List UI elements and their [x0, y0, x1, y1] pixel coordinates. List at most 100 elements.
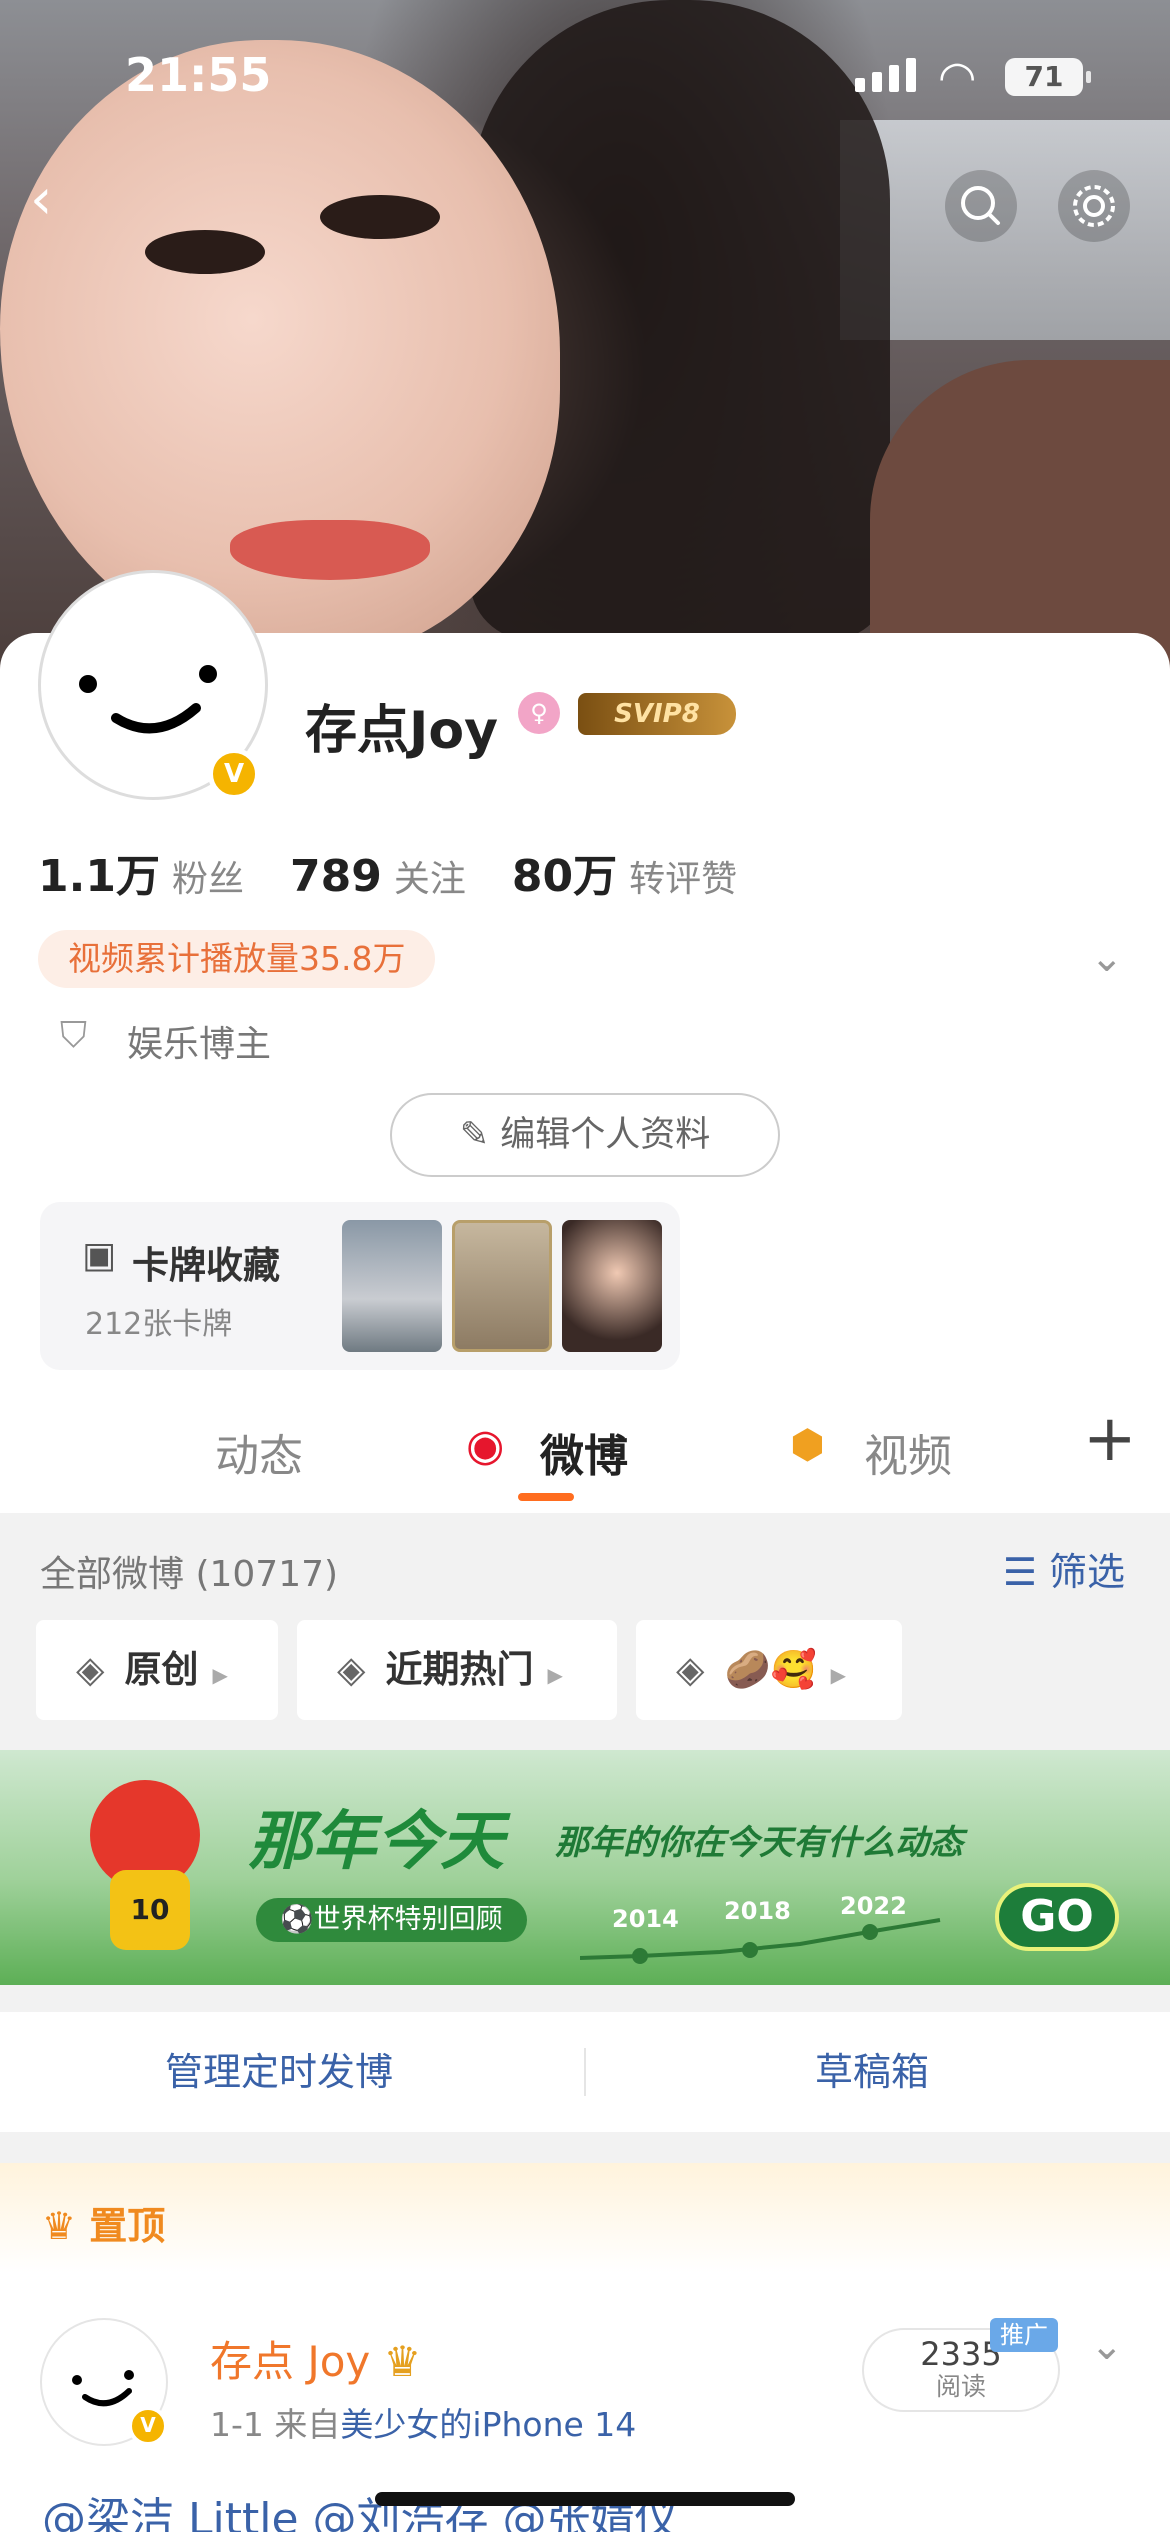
layers-icon: ◈: [676, 1648, 705, 1691]
avatar-eye: [72, 2375, 82, 2385]
filter-label: 筛选: [1048, 1550, 1125, 1594]
pinned-header: ♛ 置顶: [0, 2163, 1170, 2273]
search-icon: [961, 186, 1000, 225]
go-button[interactable]: GO: [995, 1883, 1119, 1951]
search-button[interactable]: [945, 170, 1017, 242]
card-collection-title: 卡牌收藏: [132, 1244, 280, 1287]
post-date: 1-1: [210, 2405, 264, 2444]
post-device[interactable]: 美少女的iPhone 14: [340, 2405, 636, 2444]
pinned-text: 置顶: [89, 2204, 166, 2248]
stat-label: 转评赞: [629, 859, 738, 900]
card-collection[interactable]: ▣ 卡牌收藏 212张卡牌: [40, 1202, 680, 1370]
svip-badge[interactable]: SVIP8: [578, 693, 736, 735]
tab-video[interactable]: 视频: [864, 1420, 952, 1484]
chip-label: 🥔🥰: [724, 1648, 817, 1691]
video-views-pill[interactable]: 视频累计播放量35.8万: [38, 930, 436, 988]
creator-tag[interactable]: 娱乐博主: [127, 1015, 271, 1067]
avatar-eye: [199, 665, 217, 683]
chevron-down-icon[interactable]: ⌄: [1090, 2323, 1124, 2369]
cover-eye: [145, 230, 265, 274]
edit-profile-button[interactable]: ✎ 编辑个人资料: [390, 1093, 780, 1177]
chip-original[interactable]: ◈ 原创 ▶: [36, 1620, 278, 1720]
timeline-year: 2022: [840, 1892, 907, 1920]
timeline-year: 2014: [612, 1905, 679, 1933]
chip-label: 近期热门: [385, 1648, 534, 1691]
promote-badge[interactable]: 推广: [990, 2318, 1058, 2352]
card-thumbnail[interactable]: [342, 1220, 442, 1352]
status-time: 21:55: [125, 48, 272, 102]
banner-subtitle: 那年的你在今天有什么动态: [555, 1823, 963, 1863]
filter-button[interactable]: ☰ 筛选: [1003, 1541, 1125, 1596]
stat-following[interactable]: 789 关注: [290, 850, 466, 902]
post-meta: 1-1 来自美少女的iPhone 14: [210, 2398, 636, 2446]
stat-value: 80万: [511, 851, 618, 902]
avatar-smile: [111, 703, 201, 734]
all-weibo-count: 全部微博 (10717): [40, 1554, 339, 1595]
gear-icon: [1073, 185, 1115, 227]
chip-recent-hot[interactable]: ◈ 近期热门 ▶: [297, 1620, 617, 1720]
cover-coat: [870, 360, 1170, 680]
cover-eye: [320, 195, 440, 239]
card-collection-icon: ▣: [82, 1235, 117, 1276]
status-bar: 21:55 ◠ 71: [0, 0, 1170, 150]
avatar-smile: [82, 2388, 132, 2407]
settings-button[interactable]: [1058, 170, 1130, 242]
add-tab-icon[interactable]: +: [1083, 1402, 1137, 1476]
stat-value: 1.1万: [38, 851, 160, 902]
tab-weibo[interactable]: 微博: [540, 1420, 628, 1484]
avatar-eye: [124, 2370, 134, 2380]
chip-emoji[interactable]: ◈ 🥔🥰 ▶: [636, 1620, 902, 1720]
caret-right-icon: ▶: [830, 1663, 846, 1687]
tab-dynamics[interactable]: 动态: [215, 1420, 303, 1484]
worldcup-label: ⚽世界杯特别回顾: [256, 1898, 527, 1942]
profile-page: 21:55 ◠ 71 ‹ V 存点Joy ♀ SVIP8 1.1万 粉丝 789 关…: [0, 0, 1170, 2532]
pinned-post[interactable]: ♛ 置顶 V 存点 Joy ♛ 1-1 来自美少女的iPhone 14 2335…: [0, 2163, 1170, 2532]
verified-badge-icon: V: [208, 748, 260, 800]
mascot-jersey: 10: [110, 1870, 190, 1950]
layers-icon: ◈: [76, 1648, 105, 1691]
female-badge-icon[interactable]: ♀: [518, 692, 560, 734]
post-author[interactable]: 存点 Joy ♛: [210, 2328, 421, 2389]
caret-right-icon: ▶: [212, 1663, 228, 1687]
banner-title: 那年今天: [248, 1805, 504, 1879]
home-indicator: [375, 2492, 795, 2506]
wifi-icon: ◠: [938, 52, 977, 103]
pinned-label: ♛ 置顶: [42, 2195, 165, 2250]
scheduled-posts-button[interactable]: 管理定时发博: [165, 2012, 393, 2132]
filter-icon: ☰: [1002, 1550, 1049, 1594]
profile-name: 存点Joy: [305, 701, 498, 761]
post-text[interactable]: @梁洁 Little @刘浩存 @张婧仪: [42, 2483, 679, 2532]
chip-label: 原创: [124, 1648, 199, 1691]
edit-profile-label: 编辑个人资料: [500, 1115, 711, 1155]
profile-tabs: 动态 ◉ 微博 ⬢ 视频 +: [0, 1380, 1170, 1510]
chevron-down-icon[interactable]: ⌄: [1090, 935, 1124, 981]
post-author-name: 存点 Joy: [210, 2337, 371, 2386]
card-thumbnail[interactable]: [452, 1220, 552, 1352]
card-thumbnail[interactable]: [562, 1220, 662, 1352]
signal-icon: [855, 58, 916, 92]
profile-stats: 1.1万 粉丝 789 关注 80万 转评赞: [38, 840, 737, 904]
verified-badge-icon: V: [128, 2406, 168, 2446]
layers-icon: ◈: [337, 1648, 366, 1691]
crown-icon: ♛: [42, 2204, 90, 2248]
timeline-year: 2018: [724, 1897, 791, 1925]
shield-icon: ⛉: [60, 1015, 88, 1056]
on-this-day-banner[interactable]: 10 那年今天 那年的你在今天有什么动态 ⚽世界杯特别回顾 2014 2018 …: [0, 1750, 1170, 1985]
card-collection-count: 212张卡牌: [85, 1307, 233, 1342]
back-icon[interactable]: ‹: [30, 172, 52, 228]
avatar-eye: [79, 675, 97, 693]
video-tab-icon: ⬢: [790, 1422, 825, 1468]
stat-label: 关注: [393, 859, 466, 900]
stat-value: 789: [289, 851, 382, 902]
post-actions-bar: 管理定时发博 草稿箱: [0, 2012, 1170, 2132]
stat-label: 粉丝: [171, 859, 244, 900]
stat-interactions[interactable]: 80万 转评赞: [512, 840, 737, 904]
battery-icon: 71: [1005, 58, 1091, 96]
divider: [584, 2048, 586, 2096]
caret-right-icon: ▶: [547, 1663, 563, 1687]
weibo-icon: ◉: [466, 1420, 505, 1471]
stat-fans[interactable]: 1.1万 粉丝: [38, 840, 244, 904]
cover-lips: [230, 520, 430, 580]
drafts-button[interactable]: 草稿箱: [815, 2012, 929, 2132]
post-source-prefix: 来自: [274, 2405, 341, 2444]
